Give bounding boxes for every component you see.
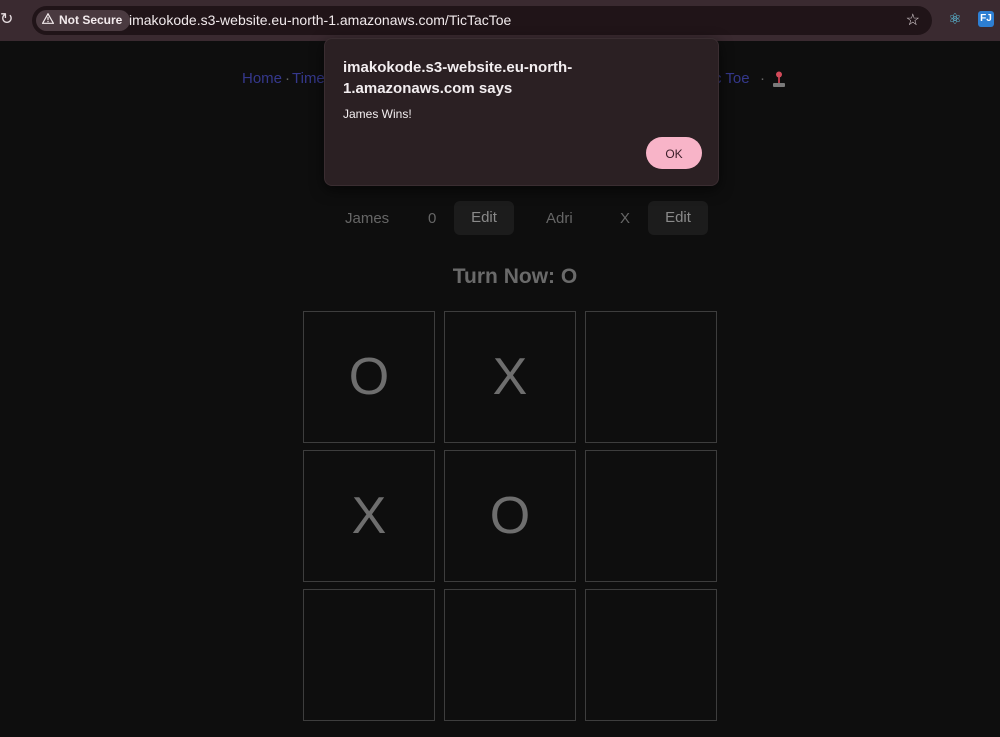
joystick-icon <box>772 71 786 92</box>
dialog-message: James Wins! <box>343 107 412 121</box>
extension-icon[interactable]: FJ <box>978 11 994 27</box>
ok-button[interactable]: OK <box>646 137 702 169</box>
board-cell[interactable]: O <box>303 311 435 443</box>
nav-link-timer[interactable]: Time <box>292 70 325 87</box>
address-bar[interactable]: Not Secure imakokode.s3-website.eu-north… <box>32 6 932 35</box>
turn-indicator: Turn Now: O <box>452 265 578 288</box>
alert-dialog: imakokode.s3-website.eu-north-1.amazonaw… <box>324 38 719 186</box>
board-cell[interactable]: O <box>444 450 576 582</box>
bookmark-star-icon[interactable]: ☆ <box>906 6 920 35</box>
nav-link-tictactoe[interactable]: c Toe <box>714 70 750 87</box>
board-cell[interactable]: X <box>444 311 576 443</box>
player-2-edit-button[interactable]: Edit <box>648 201 708 235</box>
nav-separator: · <box>285 70 290 87</box>
board-cell[interactable]: X <box>303 450 435 582</box>
board-cell[interactable] <box>444 589 576 721</box>
url-text[interactable]: imakokode.s3-website.eu-north-1.amazonaw… <box>129 6 511 35</box>
player-2-symbol: X <box>620 210 631 227</box>
board-cell[interactable] <box>585 311 717 443</box>
player-1-name: James <box>345 210 390 227</box>
react-devtools-icon[interactable]: ⚛ <box>946 11 964 29</box>
board-cell[interactable] <box>303 589 435 721</box>
security-chip[interactable]: Not Secure <box>36 10 131 31</box>
security-label: Not Secure <box>59 13 123 27</box>
player-2-name: Adri <box>546 210 573 227</box>
dialog-title: imakokode.s3-website.eu-north-1.amazonaw… <box>343 59 573 97</box>
nav-separator: · <box>760 70 765 87</box>
nav-link-home[interactable]: Home <box>242 70 282 87</box>
warning-icon <box>41 10 55 31</box>
board-cell[interactable] <box>585 589 717 721</box>
player-1-edit-button[interactable]: Edit <box>454 201 514 235</box>
browser-toolbar: ↻ Not Secure imakokode.s3-website.eu-nor… <box>0 0 1000 41</box>
player-1-symbol: 0 <box>428 210 437 227</box>
game-board: O X X O <box>303 311 719 723</box>
board-cell[interactable] <box>585 450 717 582</box>
reload-icon[interactable]: ↻ <box>0 10 18 30</box>
players-row: James 0 Edit Adri X Edit <box>0 201 1000 235</box>
